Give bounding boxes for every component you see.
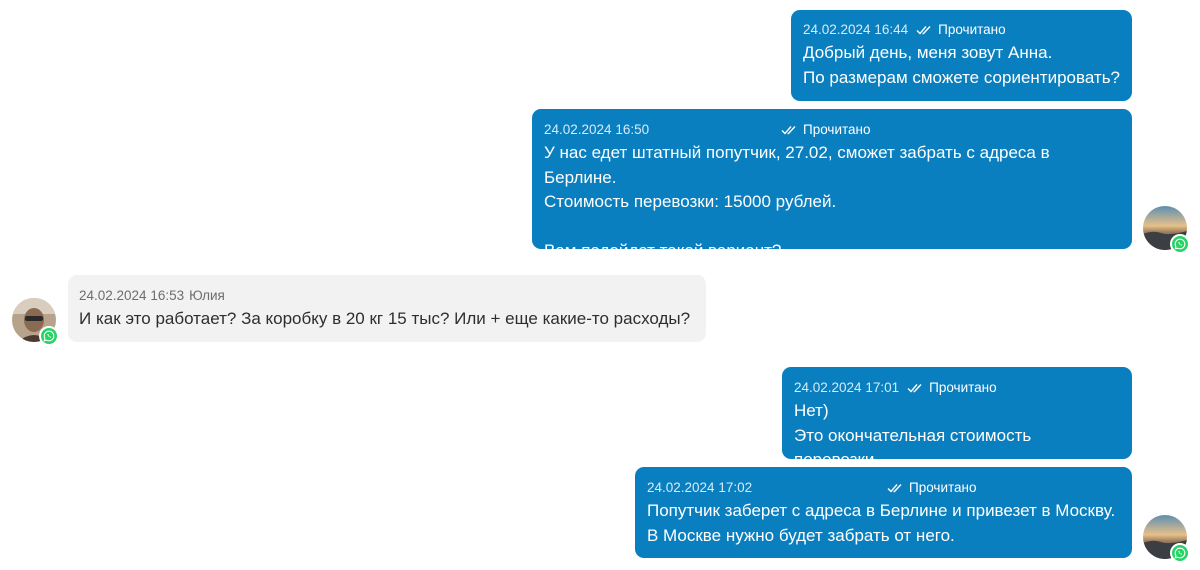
double-check-icon [781, 126, 796, 135]
message-meta: 24.02.2024 16:50 Прочитано [544, 121, 1120, 139]
whatsapp-icon [1170, 543, 1190, 563]
message-meta: 24.02.2024 16:53 Юлия [79, 287, 695, 305]
read-status: Прочитано [916, 21, 1006, 39]
whatsapp-icon [39, 326, 59, 346]
message-text: И как это работает? За коробку в 20 кг 1… [79, 309, 691, 328]
sender-name: Юлия [189, 288, 225, 303]
message-meta: 24.02.2024 17:01 Прочитано [794, 379, 1120, 397]
whatsapp-icon [1170, 234, 1190, 254]
double-check-icon [907, 384, 922, 393]
message-meta: 24.02.2024 16:44 Прочитано [803, 21, 1120, 39]
message-timestamp: 24.02.2024 16:44 [803, 22, 909, 37]
message-timestamp: 24.02.2024 17:01 [794, 380, 900, 395]
read-status: Прочитано [887, 479, 977, 497]
avatar-operator[interactable] [1143, 206, 1190, 254]
message-timestamp: 24.02.2024 16:50 [544, 122, 650, 137]
message-bubble-outgoing: 24.02.2024 17:01 Прочитано Нет) Это окон… [782, 367, 1132, 469]
read-status-label: Прочитано [909, 480, 977, 495]
message-bubble-outgoing: 24.02.2024 16:50 Прочитано У нас едет шт… [532, 109, 1132, 260]
message-timestamp: 24.02.2024 16:53 [79, 288, 185, 303]
message-meta: 24.02.2024 17:02 Прочитано [647, 479, 1120, 497]
message-text: Добрый день, меня зовут Анна. По размера… [803, 43, 1121, 87]
read-status-label: Прочитано [938, 22, 1006, 37]
read-status: Прочитано [907, 379, 997, 397]
message-text: У нас едет штатный попутчик, 27.02, смож… [544, 143, 1050, 260]
double-check-icon [916, 26, 931, 35]
read-status: Прочитано [781, 121, 871, 139]
message-bubble-outgoing: 24.02.2024 16:44 Прочитано Добрый день, … [791, 10, 1132, 101]
read-status-label: Прочитано [803, 122, 871, 137]
double-check-icon [887, 484, 902, 493]
message-text: Нет) Это окончательная стоимость перевоз… [794, 401, 1032, 469]
message-timestamp: 24.02.2024 17:02 [647, 480, 753, 495]
read-status-label: Прочитано [929, 380, 997, 395]
avatar-operator[interactable] [1143, 515, 1190, 563]
message-bubble-incoming: 24.02.2024 16:53 Юлия И как это работает… [68, 275, 706, 342]
message-bubble-outgoing: 24.02.2024 17:02 Прочитано Попутчик забе… [635, 467, 1132, 558]
message-text: Попутчик заберет с адреса в Берлине и пр… [647, 501, 1116, 545]
avatar-customer[interactable] [12, 298, 59, 346]
